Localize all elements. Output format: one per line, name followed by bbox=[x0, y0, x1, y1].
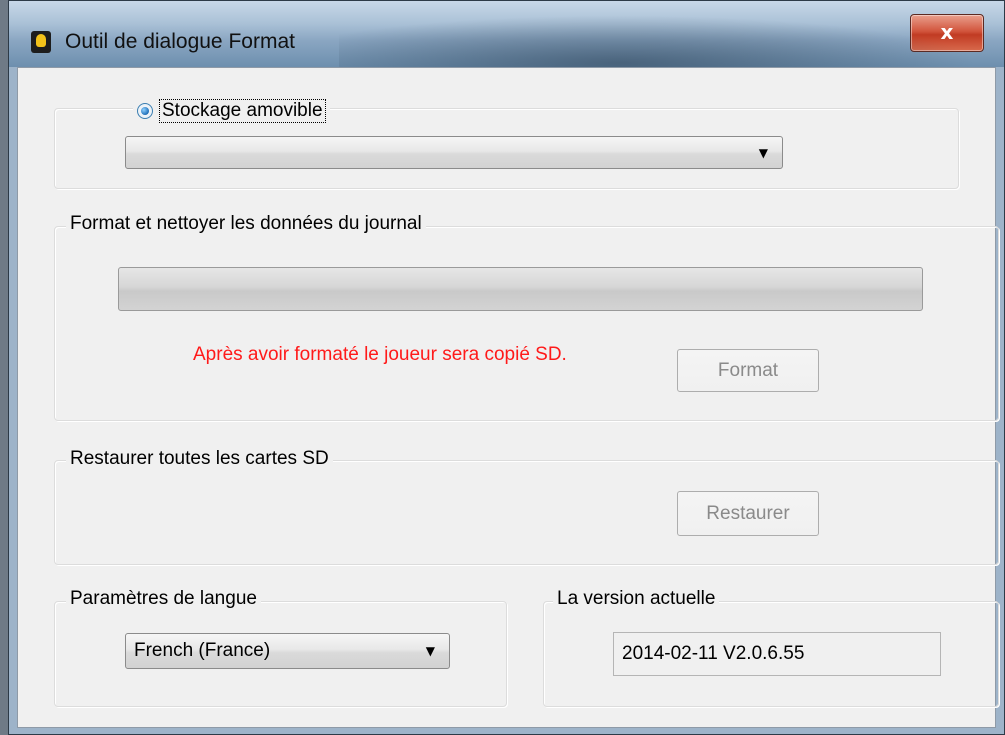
title-bar[interactable]: Outil de dialogue Format x bbox=[9, 1, 1005, 77]
language-group-legend: Paramètres de langue bbox=[66, 588, 261, 610]
bulb-icon bbox=[31, 31, 51, 53]
removable-storage-label: Stockage amovible bbox=[159, 99, 326, 123]
chevron-down-icon: ▼ bbox=[425, 644, 435, 658]
version-field: 2014-02-11 V2.0.6.55 bbox=[613, 632, 941, 676]
close-icon: x bbox=[940, 20, 954, 44]
version-group-legend: La version actuelle bbox=[553, 588, 720, 610]
window-title: Outil de dialogue Format bbox=[65, 30, 295, 53]
removable-storage-radio[interactable]: Stockage amovible bbox=[133, 98, 330, 124]
language-select-value: French (France) bbox=[134, 640, 271, 661]
restore-button[interactable]: Restaurer bbox=[677, 491, 819, 536]
format-group bbox=[54, 226, 999, 421]
dialog-client-area: Stockage amovible ▼ Format et nettoyer l… bbox=[17, 67, 999, 728]
chevron-down-icon: ▼ bbox=[758, 145, 768, 160]
radio-button-icon bbox=[137, 103, 153, 119]
language-select[interactable]: French (France) ▼ bbox=[125, 633, 450, 669]
close-button[interactable]: x bbox=[910, 14, 984, 52]
storage-device-select[interactable]: ▼ bbox=[125, 136, 783, 169]
restore-group bbox=[54, 460, 999, 565]
dialog-window: Outil de dialogue Format x Stockage amov… bbox=[8, 0, 1005, 735]
version-value: 2014-02-11 V2.0.6.55 bbox=[622, 643, 805, 664]
restore-group-legend: Restaurer toutes les cartes SD bbox=[66, 448, 333, 470]
format-warning-text: Après avoir formaté le joueur sera copié… bbox=[193, 344, 567, 365]
format-progress-bar bbox=[118, 267, 923, 311]
format-button[interactable]: Format bbox=[677, 349, 819, 392]
format-group-legend: Format et nettoyer les données du journa… bbox=[66, 213, 426, 235]
